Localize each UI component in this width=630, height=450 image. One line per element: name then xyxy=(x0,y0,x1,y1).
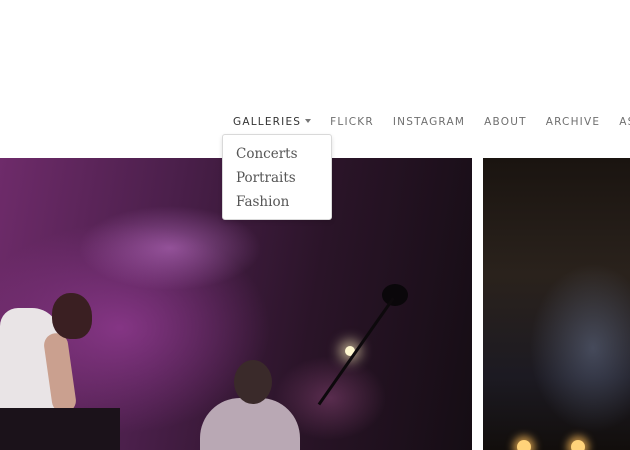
galleries-dropdown-menu: Concerts Portraits Fashion xyxy=(222,134,332,220)
dropdown-item-portraits[interactable]: Portraits xyxy=(223,168,331,192)
nav-flickr[interactable]: FLICKR xyxy=(330,116,374,128)
drummer-figure xyxy=(200,398,300,450)
dropdown-item-fashion[interactable]: Fashion xyxy=(223,192,331,216)
dropdown-item-concerts[interactable]: Concerts xyxy=(223,144,331,168)
nav-galleries-label: GALLERIES xyxy=(233,116,302,128)
guitarist-legs xyxy=(0,408,120,450)
main-nav: GALLERIES FLICKR INSTAGRAM ABOUT ARCHIVE… xyxy=(233,114,630,130)
nav-archive[interactable]: ARCHIVE xyxy=(546,116,601,128)
nav-galleries[interactable]: GALLERIES xyxy=(233,116,312,128)
drummer-head xyxy=(234,360,272,404)
nav-about[interactable]: ABOUT xyxy=(484,116,527,128)
gallery-photo-stage[interactable] xyxy=(483,158,630,450)
guitarist-head xyxy=(52,293,92,339)
nav-instagram[interactable]: INSTAGRAM xyxy=(393,116,465,128)
mic-stand xyxy=(317,297,395,406)
microphone xyxy=(382,284,408,306)
stage-light xyxy=(517,440,531,450)
caret-down-icon xyxy=(305,119,312,123)
stage-light xyxy=(571,440,585,450)
nav-ask[interactable]: ASK xyxy=(619,116,630,128)
